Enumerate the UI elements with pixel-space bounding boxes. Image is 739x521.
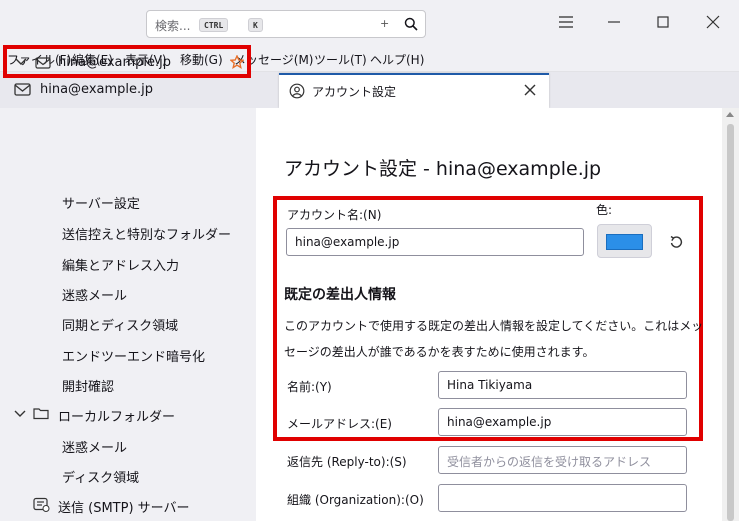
account-color-picker[interactable]: [597, 224, 652, 258]
sidebar-item-e2e-encryption[interactable]: エンドツーエンド暗号化: [62, 346, 205, 365]
name-input[interactable]: Hina Tikiyama: [438, 371, 687, 399]
page-title: アカウント設定 - hina@example.jp: [284, 158, 602, 180]
smtp-server-icon: [33, 497, 50, 512]
color-swatch: [606, 234, 643, 250]
tab-mail-label: hina@example.jp: [40, 82, 154, 97]
organization-input[interactable]: [438, 484, 687, 512]
organization-label: 組織 (Organization):(O): [287, 493, 424, 507]
sidebar-item-local-junk[interactable]: 迷惑メール: [62, 437, 127, 456]
sidebar-item-sync-disk[interactable]: 同期とディスク領域: [62, 315, 178, 334]
title-bar: 検索... CTRL + K: [0, 0, 739, 46]
account-name-label: アカウント名:(N): [287, 208, 382, 222]
account-settings-icon: [289, 83, 305, 99]
search-placeholder: 検索...: [155, 19, 191, 33]
sidebar-item-return-receipts[interactable]: 開封確認: [62, 376, 114, 395]
account-tree-item-hina[interactable]: hina@example.jp: [3, 45, 251, 78]
sidebar-item-server-settings[interactable]: サーバー設定: [62, 193, 140, 212]
shortcut-key-ctrl: CTRL: [199, 18, 229, 32]
email-label: メールアドレス:(E): [287, 417, 392, 431]
reset-color-icon[interactable]: [668, 234, 684, 250]
mail-account-icon: [35, 57, 51, 69]
tab-account-label: アカウント設定: [312, 85, 397, 99]
account-tree-label: hina@example.jp: [58, 55, 172, 70]
email-input[interactable]: hina@example.jp: [438, 408, 687, 436]
menu-tools[interactable]: ツール(T): [314, 51, 367, 68]
default-identity-description: このアカウントで使用する既定の差出人情報を設定してください。これはメッセージの差…: [284, 319, 704, 359]
app-menu-icon[interactable]: [556, 12, 576, 32]
shortcut-key-k: K: [248, 18, 263, 32]
sidebar-item-local-folders[interactable]: ローカルフォルダー: [58, 406, 175, 425]
tab-account-settings[interactable]: アカウント設定: [279, 73, 549, 108]
search-icon[interactable]: [404, 17, 418, 31]
sidebar-item-composition[interactable]: 編集とアドレス入力: [62, 255, 179, 274]
scrollbar[interactable]: [722, 108, 739, 521]
account-name-input[interactable]: hina@example.jp: [286, 228, 584, 256]
sidebar-item-copies-folders[interactable]: 送信控えと特別なフォルダー: [62, 224, 231, 243]
sidebar-item-smtp[interactable]: 送信 (SMTP) サーバー: [58, 497, 190, 516]
close-window-icon[interactable]: [703, 12, 723, 32]
folder-icon: [33, 408, 49, 420]
sidebar-item-local-disk[interactable]: ディスク領域: [62, 467, 139, 486]
maximize-icon[interactable]: [653, 12, 673, 32]
color-label: 色:: [596, 203, 613, 217]
search-box[interactable]: 検索... CTRL + K: [146, 10, 426, 38]
chevron-down-icon[interactable]: [15, 57, 27, 67]
menu-help[interactable]: ヘルプ(H): [370, 51, 424, 68]
reply-to-input[interactable]: 受信者からの返信を受け取るアドレス: [438, 446, 687, 474]
default-identity-heading: 既定の差出人情報: [284, 287, 396, 303]
shortcut-plus: +: [380, 17, 390, 30]
mail-account-icon: [14, 83, 31, 96]
reply-to-label: 返信先 (Reply-to):(S): [287, 455, 407, 469]
chevron-down-icon[interactable]: [14, 409, 26, 419]
name-label: 名前:(Y): [287, 380, 332, 394]
sidebar-item-junk[interactable]: 迷惑メール: [62, 285, 127, 304]
default-star-icon: [230, 55, 244, 69]
scrollbar-thumb[interactable]: [727, 124, 734, 521]
close-tab-icon[interactable]: [523, 83, 537, 97]
minimize-icon[interactable]: [604, 12, 624, 32]
scroll-up-arrow[interactable]: [726, 112, 734, 117]
